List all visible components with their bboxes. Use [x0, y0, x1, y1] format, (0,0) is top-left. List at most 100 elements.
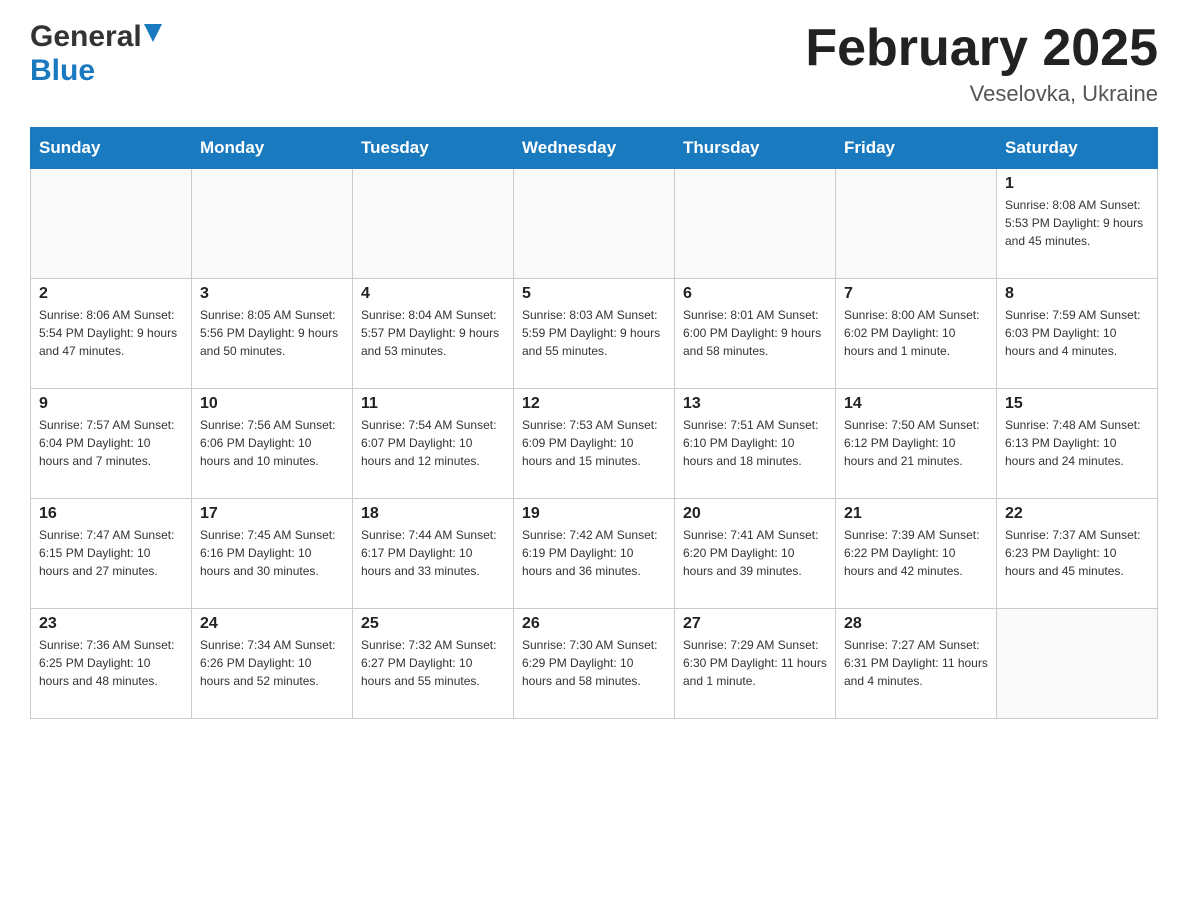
day-number: 5 — [522, 285, 666, 303]
day-number: 1 — [1005, 175, 1149, 193]
day-info: Sunrise: 7:45 AM Sunset: 6:16 PM Dayligh… — [200, 526, 344, 580]
day-number: 4 — [361, 285, 505, 303]
day-number: 21 — [844, 505, 988, 523]
calendar-header-tuesday: Tuesday — [353, 128, 514, 169]
calendar-cell: 4 Sunrise: 8:04 AM Sunset: 5:57 PM Daylig… — [353, 279, 514, 389]
day-number: 8 — [1005, 285, 1149, 303]
title-block: February 2025 Veselovka, Ukraine — [805, 20, 1158, 107]
day-info: Sunrise: 8:08 AM Sunset: 5:53 PM Dayligh… — [1005, 196, 1149, 250]
day-number: 15 — [1005, 395, 1149, 413]
day-info: Sunrise: 7:47 AM Sunset: 6:15 PM Dayligh… — [39, 526, 183, 580]
day-info: Sunrise: 7:44 AM Sunset: 6:17 PM Dayligh… — [361, 526, 505, 580]
calendar-cell: 21 Sunrise: 7:39 AM Sunset: 6:22 PM Dayli… — [836, 499, 997, 609]
day-number: 20 — [683, 505, 827, 523]
calendar-cell: 14 Sunrise: 7:50 AM Sunset: 6:12 PM Dayli… — [836, 389, 997, 499]
day-info: Sunrise: 7:36 AM Sunset: 6:25 PM Dayligh… — [39, 636, 183, 690]
day-info: Sunrise: 7:53 AM Sunset: 6:09 PM Dayligh… — [522, 416, 666, 470]
calendar-cell: 9 Sunrise: 7:57 AM Sunset: 6:04 PM Daylig… — [31, 389, 192, 499]
day-number: 12 — [522, 395, 666, 413]
day-number: 18 — [361, 505, 505, 523]
day-number: 23 — [39, 615, 183, 633]
day-info: Sunrise: 7:48 AM Sunset: 6:13 PM Dayligh… — [1005, 416, 1149, 470]
day-info: Sunrise: 8:04 AM Sunset: 5:57 PM Dayligh… — [361, 306, 505, 360]
calendar-cell — [675, 169, 836, 279]
calendar-cell: 20 Sunrise: 7:41 AM Sunset: 6:20 PM Dayli… — [675, 499, 836, 609]
calendar-cell: 16 Sunrise: 7:47 AM Sunset: 6:15 PM Dayli… — [31, 499, 192, 609]
day-number: 19 — [522, 505, 666, 523]
day-number: 24 — [200, 615, 344, 633]
calendar-cell: 15 Sunrise: 7:48 AM Sunset: 6:13 PM Dayli… — [997, 389, 1158, 499]
day-info: Sunrise: 7:39 AM Sunset: 6:22 PM Dayligh… — [844, 526, 988, 580]
calendar-cell — [31, 169, 192, 279]
day-info: Sunrise: 8:00 AM Sunset: 6:02 PM Dayligh… — [844, 306, 988, 360]
calendar-cell: 13Sunrise: 7:51 AM Sunset: 6:10 PM Dayli… — [675, 389, 836, 499]
calendar-cell: 17 Sunrise: 7:45 AM Sunset: 6:16 PM Dayli… — [192, 499, 353, 609]
calendar-cell: 2Sunrise: 8:06 AM Sunset: 5:54 PM Daylig… — [31, 279, 192, 389]
calendar-cell: 7Sunrise: 8:00 AM Sunset: 6:02 PM Daylig… — [836, 279, 997, 389]
calendar-header-friday: Friday — [836, 128, 997, 169]
calendar-cell: 6 Sunrise: 8:01 AM Sunset: 6:00 PM Daylig… — [675, 279, 836, 389]
day-info: Sunrise: 7:30 AM Sunset: 6:29 PM Dayligh… — [522, 636, 666, 690]
calendar-cell: 11 Sunrise: 7:54 AM Sunset: 6:07 PM Dayli… — [353, 389, 514, 499]
calendar-header-saturday: Saturday — [997, 128, 1158, 169]
day-info: Sunrise: 7:54 AM Sunset: 6:07 PM Dayligh… — [361, 416, 505, 470]
day-info: Sunrise: 7:51 AM Sunset: 6:10 PM Dayligh… — [683, 416, 827, 470]
day-number: 22 — [1005, 505, 1149, 523]
day-info: Sunrise: 7:34 AM Sunset: 6:26 PM Dayligh… — [200, 636, 344, 690]
day-number: 16 — [39, 505, 183, 523]
calendar-cell: 22Sunrise: 7:37 AM Sunset: 6:23 PM Dayli… — [997, 499, 1158, 609]
calendar-week-4: 16 Sunrise: 7:47 AM Sunset: 6:15 PM Dayli… — [31, 499, 1158, 609]
day-info: Sunrise: 7:42 AM Sunset: 6:19 PM Dayligh… — [522, 526, 666, 580]
day-info: Sunrise: 7:27 AM Sunset: 6:31 PM Dayligh… — [844, 636, 988, 690]
calendar-cell: 26 Sunrise: 7:30 AM Sunset: 6:29 PM Dayli… — [514, 609, 675, 719]
day-number: 6 — [683, 285, 827, 303]
day-number: 3 — [200, 285, 344, 303]
logo-blue-text: Blue — [30, 54, 95, 88]
day-number: 10 — [200, 395, 344, 413]
day-info: Sunrise: 7:56 AM Sunset: 6:06 PM Dayligh… — [200, 416, 344, 470]
month-title: February 2025 — [805, 20, 1158, 77]
calendar-cell: 8 Sunrise: 7:59 AM Sunset: 6:03 PM Daylig… — [997, 279, 1158, 389]
calendar-cell: 1 Sunrise: 8:08 AM Sunset: 5:53 PM Daylig… — [997, 169, 1158, 279]
day-info: Sunrise: 7:41 AM Sunset: 6:20 PM Dayligh… — [683, 526, 827, 580]
page-header: General Blue February 2025 Veselovka, Uk… — [30, 20, 1158, 107]
logo-triangle-icon — [144, 24, 162, 47]
calendar-cell: 19 Sunrise: 7:42 AM Sunset: 6:19 PM Dayli… — [514, 499, 675, 609]
calendar-week-2: 2Sunrise: 8:06 AM Sunset: 5:54 PM Daylig… — [31, 279, 1158, 389]
calendar-header-monday: Monday — [192, 128, 353, 169]
day-number: 14 — [844, 395, 988, 413]
day-info: Sunrise: 8:05 AM Sunset: 5:56 PM Dayligh… — [200, 306, 344, 360]
calendar-cell: 28Sunrise: 7:27 AM Sunset: 6:31 PM Dayli… — [836, 609, 997, 719]
day-info: Sunrise: 7:57 AM Sunset: 6:04 PM Dayligh… — [39, 416, 183, 470]
calendar-cell: 10 Sunrise: 7:56 AM Sunset: 6:06 PM Dayli… — [192, 389, 353, 499]
calendar-header-thursday: Thursday — [675, 128, 836, 169]
day-number: 11 — [361, 395, 505, 413]
day-number: 27 — [683, 615, 827, 633]
calendar-cell — [192, 169, 353, 279]
day-info: Sunrise: 7:32 AM Sunset: 6:27 PM Dayligh… — [361, 636, 505, 690]
calendar-cell — [836, 169, 997, 279]
calendar-cell: 27 Sunrise: 7:29 AM Sunset: 6:30 PM Dayli… — [675, 609, 836, 719]
day-number: 25 — [361, 615, 505, 633]
calendar-header-sunday: Sunday — [31, 128, 192, 169]
day-info: Sunrise: 7:59 AM Sunset: 6:03 PM Dayligh… — [1005, 306, 1149, 360]
location-text: Veselovka, Ukraine — [805, 81, 1158, 107]
day-number: 26 — [522, 615, 666, 633]
calendar-header-row: SundayMondayTuesdayWednesdayThursdayFrid… — [31, 128, 1158, 169]
calendar-cell: 3 Sunrise: 8:05 AM Sunset: 5:56 PM Daylig… — [192, 279, 353, 389]
day-info: Sunrise: 7:50 AM Sunset: 6:12 PM Dayligh… — [844, 416, 988, 470]
calendar-cell: 12 Sunrise: 7:53 AM Sunset: 6:09 PM Dayli… — [514, 389, 675, 499]
calendar-week-5: 23 Sunrise: 7:36 AM Sunset: 6:25 PM Dayli… — [31, 609, 1158, 719]
calendar-cell: 25 Sunrise: 7:32 AM Sunset: 6:27 PM Dayli… — [353, 609, 514, 719]
logo-general-text: General — [30, 20, 142, 54]
logo: General Blue — [30, 20, 162, 88]
day-number: 17 — [200, 505, 344, 523]
day-number: 9 — [39, 395, 183, 413]
calendar-week-1: 1 Sunrise: 8:08 AM Sunset: 5:53 PM Daylig… — [31, 169, 1158, 279]
calendar-cell — [514, 169, 675, 279]
calendar-cell: 24 Sunrise: 7:34 AM Sunset: 6:26 PM Dayli… — [192, 609, 353, 719]
day-info: Sunrise: 8:01 AM Sunset: 6:00 PM Dayligh… — [683, 306, 827, 360]
day-info: Sunrise: 7:29 AM Sunset: 6:30 PM Dayligh… — [683, 636, 827, 690]
calendar-table: SundayMondayTuesdayWednesdayThursdayFrid… — [30, 127, 1158, 719]
calendar-header-wednesday: Wednesday — [514, 128, 675, 169]
